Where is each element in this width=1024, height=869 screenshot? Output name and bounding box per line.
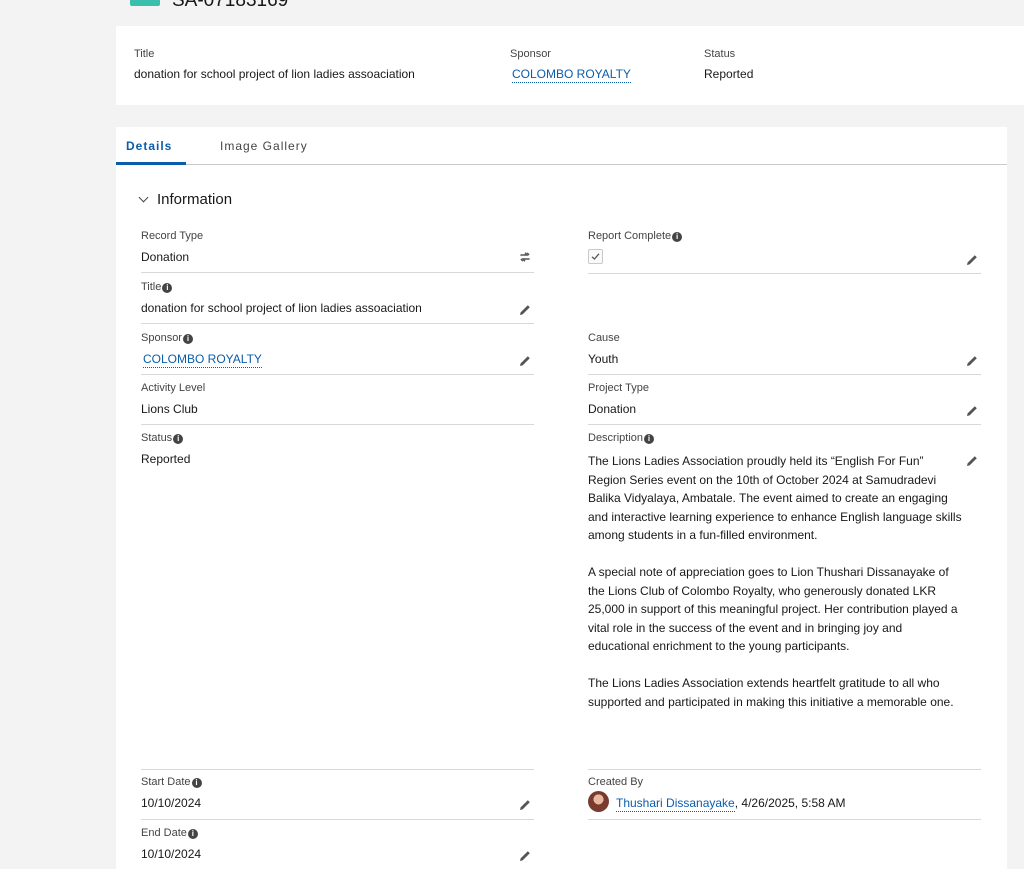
field-label: End Date: [141, 827, 187, 839]
chevron-down-icon: [138, 192, 149, 203]
section-title: Information: [157, 191, 233, 208]
field-created-by: Created By Thushari Dissanayake, 4/26/20…: [588, 776, 981, 820]
field-start-date: Start Date i 10/10/2024: [141, 776, 534, 820]
field-project-type: Project Type Donation: [588, 382, 981, 425]
field-label: Created By: [588, 776, 644, 788]
tab-bar: Details Image Gallery: [116, 127, 1007, 165]
field-value: 10/10/2024: [141, 796, 202, 810]
info-icon[interactable]: i: [191, 778, 202, 788]
field-label: Report Complete: [588, 230, 672, 242]
field-value: Youth: [588, 352, 619, 366]
field-value: Donation: [588, 402, 637, 416]
highlight-status: Status Reported: [704, 48, 753, 81]
field-label: Record Type: [141, 230, 204, 242]
info-icon[interactable]: i: [644, 434, 655, 444]
description-paragraph: The Lions Ladies Association proudly hel…: [588, 454, 962, 542]
field-label: Title: [141, 281, 162, 293]
field-status: Status i Reported: [141, 432, 534, 770]
info-icon[interactable]: i: [173, 434, 184, 444]
pencil-icon[interactable]: [518, 849, 532, 863]
avatar: [588, 791, 609, 812]
pencil-icon[interactable]: [965, 404, 979, 418]
record-name: SA-07183169: [172, 0, 289, 11]
record-header: SA-07183169: [0, 0, 1024, 14]
swap-icon[interactable]: [518, 250, 532, 264]
highlight-title: Title donation for school project of lio…: [134, 48, 415, 81]
highlight-status-value: Reported: [704, 67, 754, 81]
field-end-date: End Date i 10/10/2024: [141, 827, 534, 869]
info-icon[interactable]: i: [187, 829, 198, 839]
field-value: 10/10/2024: [141, 847, 202, 861]
report-complete-checkbox[interactable]: [588, 249, 603, 264]
created-by-timestamp: , 4/26/2025, 5:58 AM: [734, 796, 846, 810]
info-icon[interactable]: i: [182, 334, 193, 344]
pencil-icon[interactable]: [518, 798, 532, 812]
info-icon[interactable]: i: [672, 232, 683, 242]
sponsor-link[interactable]: COLOMBO ROYALTY: [143, 352, 262, 368]
field-sponsor: Sponsor i COLOMBO ROYALTY: [141, 332, 534, 375]
description-text: The Lions Ladies Association proudly hel…: [588, 452, 963, 711]
field-label: Status: [141, 432, 173, 444]
field-value: Lions Club: [141, 402, 198, 416]
highlights-panel: Title donation for school project of lio…: [116, 26, 1024, 105]
tab-image-gallery[interactable]: Image Gallery: [220, 139, 308, 153]
field-report-complete: Report Complete i: [588, 230, 981, 274]
field-description: Description i The Lions Ladies Associatio…: [588, 432, 981, 770]
info-icon[interactable]: i: [162, 283, 173, 293]
pencil-icon[interactable]: [965, 454, 979, 468]
field-label: Start Date: [141, 776, 191, 788]
highlight-sponsor: Sponsor COLOMBO ROYALTY: [510, 48, 631, 83]
field-value: Reported: [141, 452, 191, 466]
field-label: Activity Level: [141, 382, 206, 394]
field-label: Description: [588, 432, 644, 444]
checkmark-icon: [591, 253, 600, 260]
highlight-status-label: Status: [704, 48, 736, 60]
field-value: Donation: [141, 250, 190, 264]
description-paragraph: A special note of appreciation goes to L…: [588, 565, 958, 653]
field-label: Project Type: [588, 382, 649, 394]
highlight-sponsor-label: Sponsor: [510, 48, 551, 60]
field-label: Cause: [588, 332, 620, 344]
highlight-title-value: donation for school project of lion ladi…: [134, 67, 415, 81]
field-value: donation for school project of lion ladi…: [141, 301, 422, 315]
field-activity-level: Activity Level Lions Club: [141, 382, 534, 425]
field-cause: Cause Youth: [588, 332, 981, 375]
detail-card: Details Image Gallery Information Record…: [116, 127, 1007, 869]
tab-details[interactable]: Details: [126, 139, 172, 153]
pencil-icon[interactable]: [518, 354, 532, 368]
field-title: Title i donation for school project of li…: [141, 281, 534, 324]
description-paragraph: The Lions Ladies Association extends hea…: [588, 676, 954, 709]
field-record-type: Record Type Donation: [141, 230, 534, 273]
pencil-icon[interactable]: [518, 303, 532, 317]
pencil-icon[interactable]: [965, 253, 979, 267]
created-by-user-link[interactable]: Thushari Dissanayake: [616, 796, 735, 812]
field-label: Sponsor: [141, 332, 182, 344]
record-type-icon: [130, 0, 160, 6]
pencil-icon[interactable]: [965, 354, 979, 368]
section-information-toggle[interactable]: Information: [138, 191, 233, 209]
highlight-sponsor-link[interactable]: COLOMBO ROYALTY: [512, 67, 631, 83]
highlight-title-label: Title: [134, 48, 155, 60]
tab-active-indicator: [116, 162, 186, 165]
